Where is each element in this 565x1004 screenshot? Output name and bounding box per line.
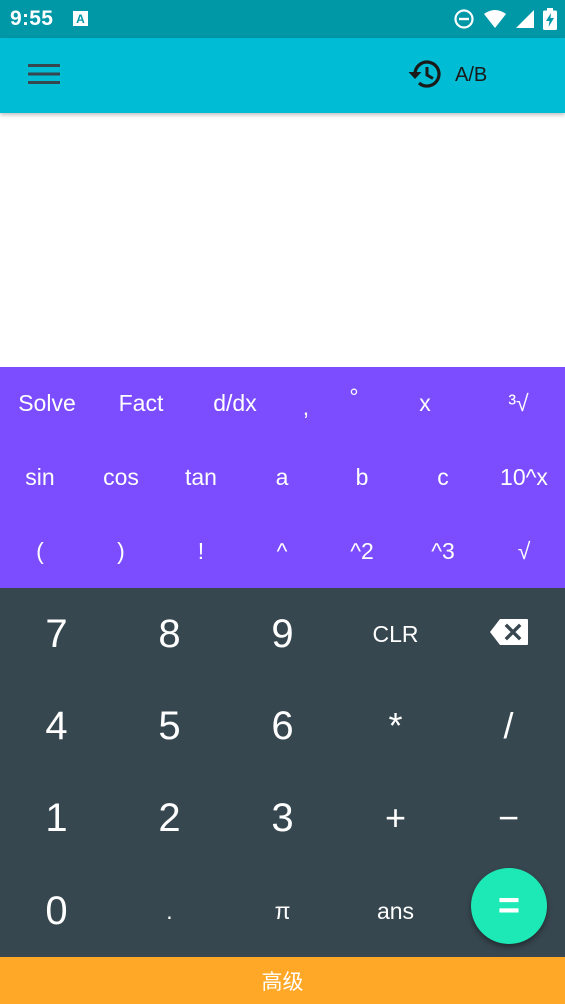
- digit-5-key[interactable]: 5: [113, 680, 226, 772]
- backspace-key[interactable]: [452, 588, 565, 680]
- history-icon: [406, 57, 442, 96]
- status-icons: [453, 8, 557, 30]
- do-not-disturb-icon: [453, 8, 475, 30]
- fact-key[interactable]: Fact: [94, 367, 188, 440]
- divide-key[interactable]: /: [452, 680, 565, 772]
- square-root-key[interactable]: √: [483, 515, 565, 588]
- tan-key[interactable]: tan: [161, 441, 241, 514]
- a-variable-key[interactable]: a: [242, 441, 322, 514]
- open-paren-key[interactable]: (: [0, 515, 80, 588]
- cube-root-key[interactable]: ³√: [472, 367, 565, 440]
- scientific-row: Solve Fact d/dx , ° x ³√: [0, 367, 565, 440]
- menu-button[interactable]: [18, 55, 70, 97]
- derivative-key[interactable]: d/dx: [188, 367, 282, 440]
- x-variable-key[interactable]: x: [378, 367, 472, 440]
- c-variable-key[interactable]: c: [403, 441, 483, 514]
- plus-key[interactable]: +: [339, 772, 452, 864]
- digit-7-key[interactable]: 7: [0, 588, 113, 680]
- decimal-point-key[interactable]: .: [113, 865, 226, 957]
- factorial-key[interactable]: !: [161, 515, 241, 588]
- clear-key[interactable]: CLR: [339, 588, 452, 680]
- hamburger-menu-icon: [28, 62, 60, 91]
- multiply-key[interactable]: *: [339, 680, 452, 772]
- ans-key[interactable]: ans: [339, 865, 452, 957]
- ab-label: A/B: [455, 64, 488, 86]
- square-key[interactable]: ^2: [322, 515, 402, 588]
- digit-3-key[interactable]: 3: [226, 772, 339, 864]
- cube-key[interactable]: ^3: [403, 515, 483, 588]
- scientific-panel: Solve Fact d/dx , ° x ³√ sin cos tan a b…: [0, 367, 565, 588]
- status-bar: 9:55 A: [0, 0, 565, 38]
- signal-icon: [515, 9, 535, 29]
- digit-6-key[interactable]: 6: [226, 680, 339, 772]
- ten-power-key[interactable]: 10^x: [483, 441, 565, 514]
- minus-key[interactable]: −: [452, 772, 565, 864]
- digit-2-key[interactable]: 2: [113, 772, 226, 864]
- sin-key[interactable]: sin: [0, 441, 80, 514]
- svg-text:A: A: [76, 12, 85, 26]
- advanced-button[interactable]: 高级: [0, 957, 565, 1004]
- digit-0-key[interactable]: 0: [0, 865, 113, 957]
- solve-key[interactable]: Solve: [0, 367, 94, 440]
- wifi-icon: [483, 9, 507, 29]
- status-time: 9:55: [10, 7, 54, 30]
- app-bar: A/B: [0, 38, 565, 113]
- digit-1-key[interactable]: 1: [0, 772, 113, 864]
- b-variable-key[interactable]: b: [322, 441, 402, 514]
- equals-button[interactable]: =: [471, 868, 547, 944]
- scientific-row: sin cos tan a b c 10^x: [0, 441, 565, 514]
- close-paren-key[interactable]: ): [81, 515, 161, 588]
- history-button[interactable]: [403, 55, 445, 97]
- scientific-row: ( ) ! ^ ^2 ^3 √: [0, 515, 565, 588]
- digit-4-key[interactable]: 4: [0, 680, 113, 772]
- calculator-display[interactable]: [0, 113, 565, 367]
- digit-9-key[interactable]: 9: [226, 588, 339, 680]
- battery-charging-icon: [543, 8, 557, 30]
- cos-key[interactable]: cos: [81, 441, 161, 514]
- text-a-notification-icon: A: [72, 10, 89, 27]
- power-key[interactable]: ^: [242, 515, 322, 588]
- pi-key[interactable]: π: [226, 865, 339, 957]
- digit-8-key[interactable]: 8: [113, 588, 226, 680]
- backspace-icon: [489, 618, 529, 651]
